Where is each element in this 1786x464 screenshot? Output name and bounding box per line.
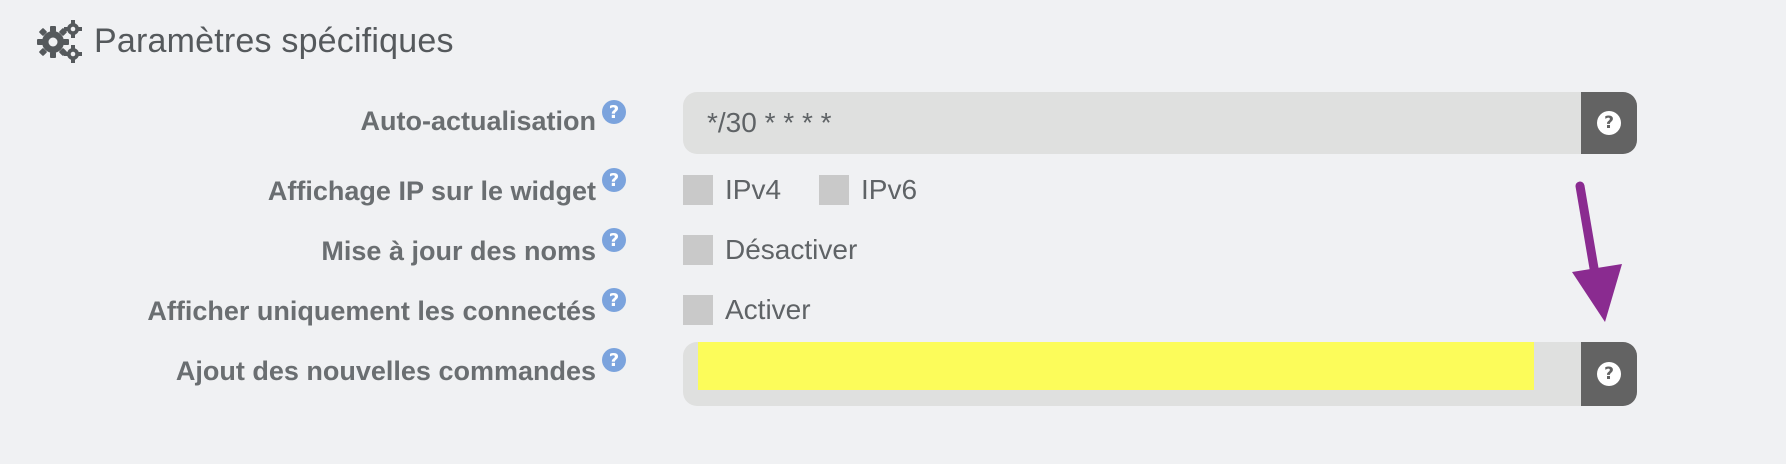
auto-refresh-value[interactable]: */30 * * * * <box>683 107 1637 139</box>
question-icon: ? <box>1597 111 1621 135</box>
commands-help-button[interactable]: ? <box>1581 342 1637 406</box>
name-update-row: Mise à jour des noms ? Désactiver <box>0 228 1786 272</box>
enable-label: Activer <box>725 294 811 325</box>
section-title: Paramètres spécifiques <box>94 21 454 60</box>
disable-label: Désactiver <box>725 234 858 265</box>
help-icon[interactable]: ? <box>602 348 626 372</box>
ipv4-label: IPv4 <box>725 174 782 205</box>
connected-only-label: Afficher uniquement les connectés <box>147 296 596 326</box>
gears-icon <box>37 20 82 63</box>
cron-help-button[interactable]: ? <box>1581 92 1637 154</box>
ipv4-checkbox[interactable] <box>683 175 713 205</box>
section-header: Paramètres spécifiques <box>36 18 454 64</box>
help-icon[interactable]: ? <box>602 168 626 192</box>
ip-display-options: IPv4 IPv6 <box>683 174 943 206</box>
name-update-options: Désactiver <box>683 234 883 266</box>
ipv6-checkbox[interactable] <box>819 175 850 205</box>
annotation-arrow-icon <box>1572 181 1622 322</box>
help-icon[interactable]: ? <box>602 288 626 312</box>
help-icon[interactable]: ? <box>602 100 626 124</box>
help-icon[interactable]: ? <box>602 228 626 252</box>
disable-checkbox[interactable] <box>683 235 713 265</box>
name-update-label: Mise à jour des noms <box>321 236 596 266</box>
ip-display-label: Affichage IP sur le widget <box>267 176 596 206</box>
ipv6-label: IPv6 <box>861 174 918 205</box>
connected-only-row: Afficher uniquement les connectés ? Acti… <box>0 288 1786 332</box>
ip-display-row: Affichage IP sur le widget ? IPv4 IPv6 <box>0 168 1786 212</box>
highlight-overlay <box>698 342 1534 390</box>
question-icon: ? <box>1597 362 1621 386</box>
connected-only-options: Activer <box>683 294 837 326</box>
auto-refresh-label: Auto-actualisation <box>360 106 596 136</box>
new-commands-label: Ajout des nouvelles commandes <box>175 356 596 386</box>
enable-checkbox[interactable] <box>683 295 713 325</box>
auto-refresh-row: Auto-actualisation ? */30 * * * * ? <box>0 92 1786 154</box>
auto-refresh-input[interactable]: */30 * * * * ? <box>683 92 1637 154</box>
